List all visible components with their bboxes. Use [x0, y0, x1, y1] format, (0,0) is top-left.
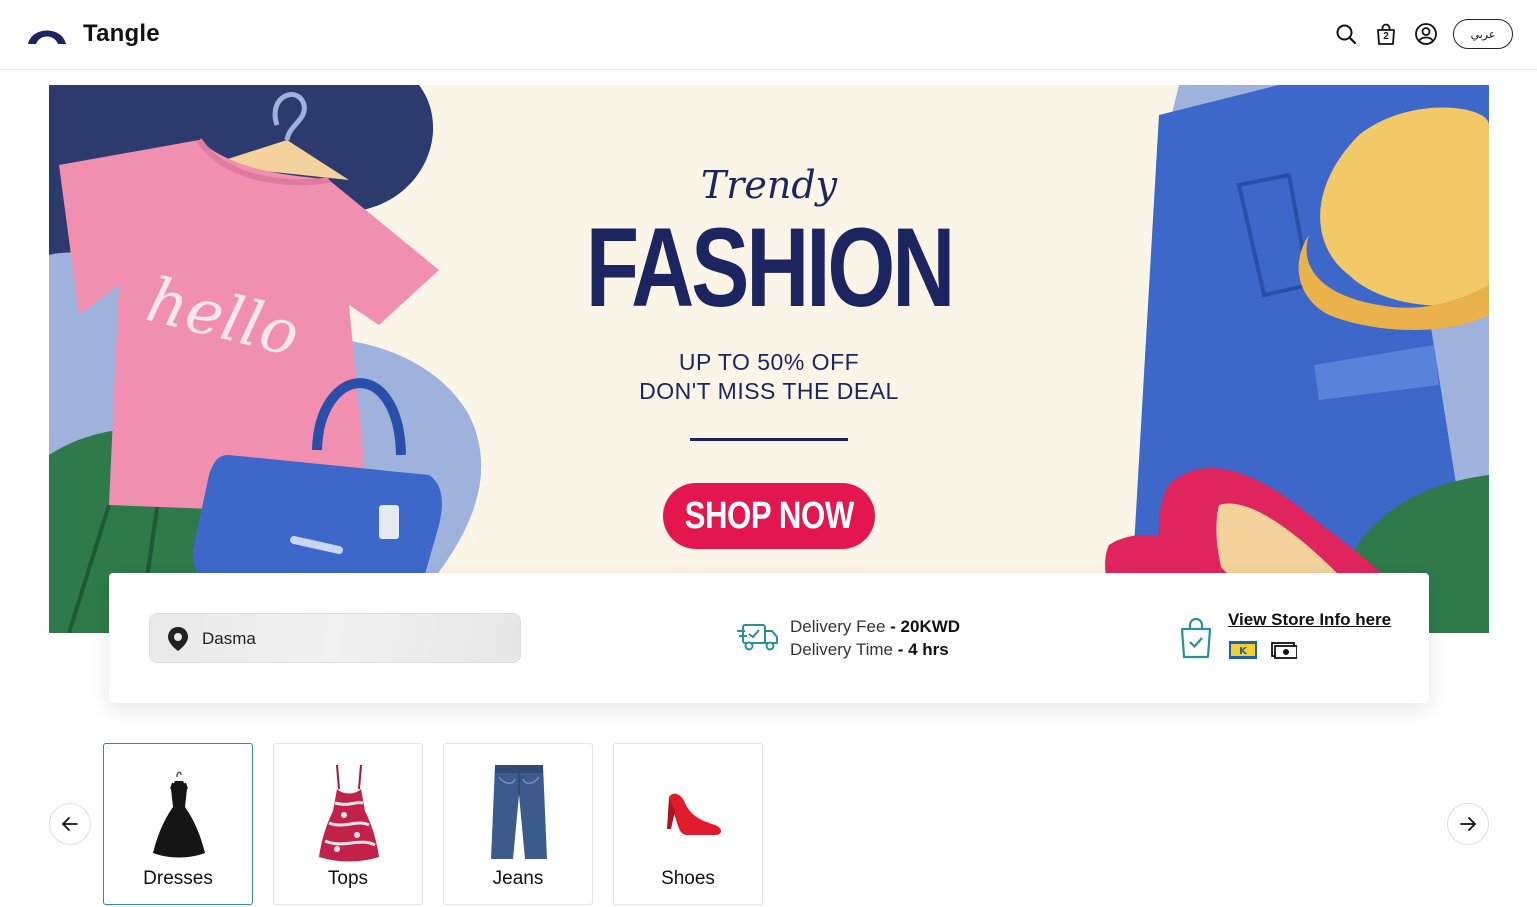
category-card-jeans[interactable]: Jeans — [443, 743, 593, 905]
category-label: Jeans — [492, 868, 544, 889]
delivery-time-label: Delivery Time — [790, 640, 893, 659]
banner-promo-line-1: UP TO 50% OFF — [678, 349, 860, 375]
view-store-info-link[interactable]: View Store Info here — [1228, 610, 1391, 630]
shoe-icon — [667, 793, 721, 835]
category-label: Tops — [327, 868, 369, 889]
location-selector[interactable]: Dasma — [149, 613, 521, 663]
category-label: Dresses — [143, 868, 213, 889]
banner-script-title: Trendy — [700, 163, 838, 207]
cart-button[interactable]: 2 — [1374, 22, 1398, 46]
category-card-dresses[interactable]: Dresses — [103, 743, 253, 905]
jeans-icon — [491, 765, 547, 859]
brand-name[interactable]: Tangle — [83, 20, 160, 48]
category-card-shoes[interactable]: Shoes — [613, 743, 763, 905]
tangle-logo-icon[interactable] — [26, 20, 68, 48]
shop-now-button[interactable]: SHOP NOW — [663, 483, 875, 549]
category-card-tops[interactable]: Tops — [273, 743, 423, 905]
knet-payment-icon: K — [1229, 641, 1257, 659]
banner-promo-line-2: DON'T MISS THE DEAL — [639, 378, 899, 404]
store-bag-icon — [1180, 617, 1212, 659]
dress-icon — [153, 771, 205, 858]
banner-divider — [690, 438, 848, 441]
top-icon — [319, 764, 379, 862]
cash-payment-icon — [1271, 642, 1297, 659]
arrow-right-icon — [1460, 817, 1476, 831]
search-icon[interactable] — [1334, 22, 1358, 46]
delivery-time-value: - 4 hrs — [897, 640, 949, 659]
shop-now-label: SHOP NOW — [684, 494, 854, 537]
location-name: Dasma — [202, 629, 256, 648]
carousel-next-button[interactable] — [1447, 803, 1489, 845]
arrow-left-icon — [62, 817, 78, 831]
top-header: Tangle 2 عربي — [0, 0, 1537, 70]
delivery-fee-label: Delivery Fee — [790, 617, 886, 636]
category-label: Shoes — [661, 868, 715, 889]
svg-text:K: K — [1239, 646, 1248, 657]
user-account-icon[interactable] — [1414, 22, 1438, 46]
delivery-fee: Delivery Fee - 20KWD — [790, 617, 960, 637]
store-info-card: Dasma Delivery Fee - 20KWD Delivery Time… — [109, 573, 1429, 703]
promo-banner[interactable]: hello Trendy FASHION UP TO 50% OFF DON'T… — [49, 85, 1489, 633]
delivery-fee-value: - 20KWD — [890, 617, 961, 636]
language-toggle-button[interactable]: عربي — [1453, 19, 1513, 49]
cart-count: 2 — [1383, 31, 1389, 42]
banner-title: FASHION — [585, 205, 956, 330]
location-pin-icon — [168, 627, 188, 651]
delivery-time: Delivery Time - 4 hrs — [790, 640, 949, 660]
carousel-prev-button[interactable] — [49, 803, 91, 845]
delivery-truck-icon — [737, 624, 778, 651]
